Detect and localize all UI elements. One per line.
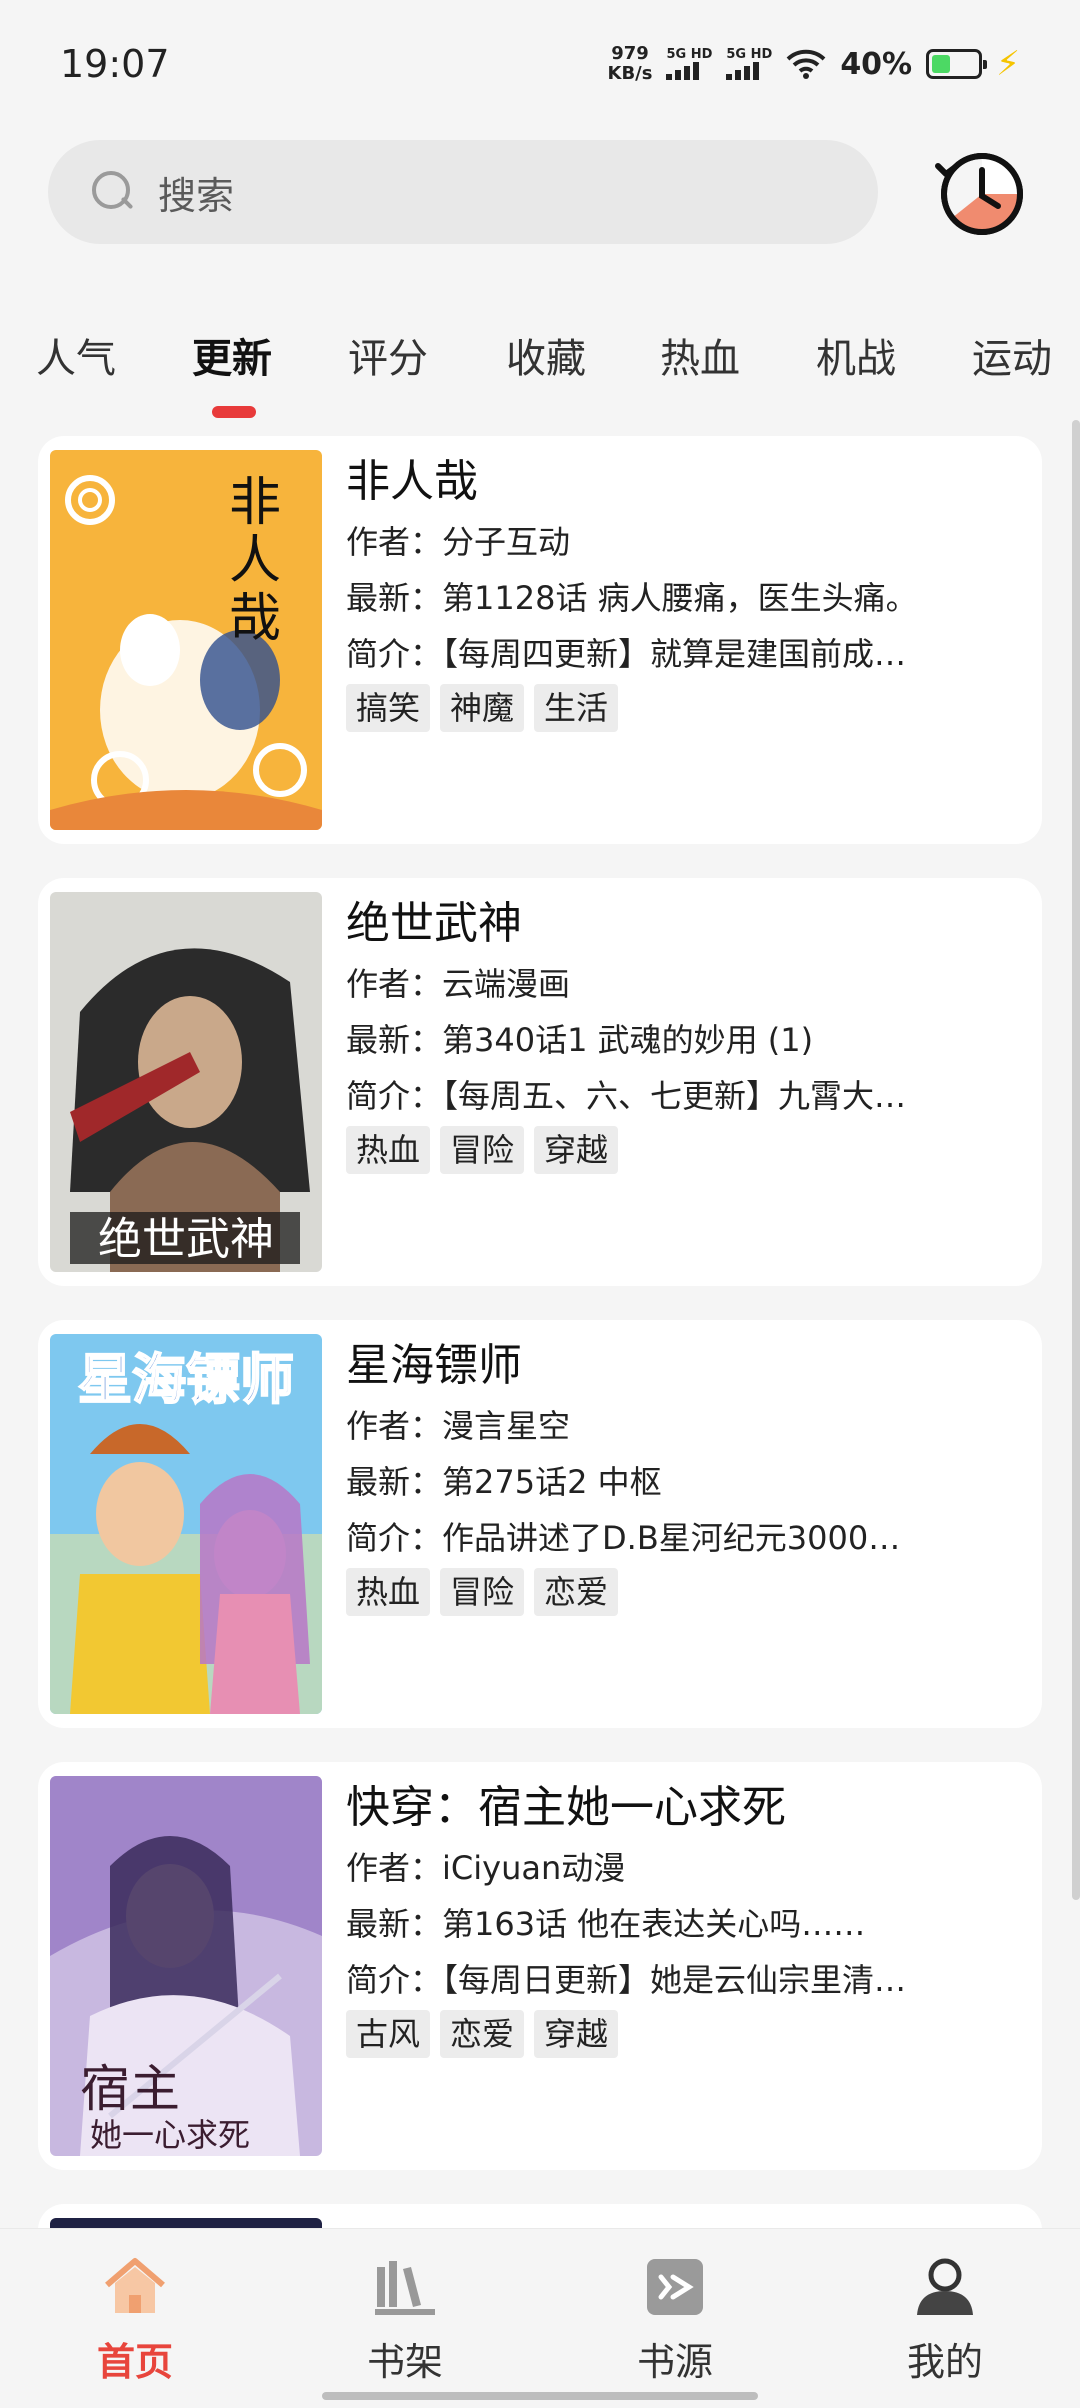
tab-yundong[interactable]: 运动 [972, 326, 1052, 384]
tab-gengxin[interactable]: 更新 [192, 326, 272, 384]
tab-shoucang[interactable]: 收藏 [506, 326, 586, 384]
status-icons: 979 KB/s 5G HD 5G HD 40% ⚡ [608, 44, 1021, 85]
search-icon [90, 169, 136, 215]
comic-cover: 宿主 她一心求死 [50, 1776, 322, 2156]
comic-author: 作者：漫言星空 [346, 1407, 571, 1445]
svg-text:星海镖师: 星海镖师 [78, 1348, 294, 1411]
comic-author: 作者：云端漫画 [346, 965, 571, 1003]
nav-profile-label: 我的 [906, 2340, 983, 2384]
comic-tag: 古风 [346, 2010, 431, 2058]
charging-icon: ⚡ [996, 44, 1020, 84]
comic-title: 非人哉 [346, 456, 478, 507]
comic-latest: 最新：第340话1 武魂的妙用 (1) [346, 1021, 814, 1059]
tab-rexue[interactable]: 热血 [660, 326, 740, 384]
tab-renqi[interactable]: 人气 [36, 326, 116, 384]
comic-tag: 搞笑 [346, 684, 431, 732]
search-input[interactable]: 搜索 [48, 140, 878, 244]
battery-icon [926, 49, 988, 79]
comic-tags: 热血 冒险 穿越 [346, 1126, 1012, 1174]
comic-card[interactable]: 绝世武神 绝世武神 作者：云端漫画 最新：第340话1 武魂的妙用 (1) 简介… [38, 878, 1042, 1286]
comic-intro: 简介：【每周日更新】她是云仙宗里清… [346, 1961, 907, 1999]
nav-home-label: 首页 [96, 2340, 173, 2384]
comic-tag: 生活 [534, 684, 619, 732]
comic-tag: 冒险 [440, 1568, 525, 1616]
bottom-navigation: 首页 书架 书源 我的 [0, 2228, 1080, 2408]
nav-bookshelf[interactable]: 书架 [270, 2229, 540, 2408]
history-button[interactable] [932, 144, 1028, 240]
comic-tag: 神魔 [440, 684, 525, 732]
source-icon [647, 2259, 703, 2315]
tab-pingfen[interactable]: 评分 [348, 326, 428, 384]
wifi-icon [786, 49, 826, 79]
category-tabs: 人气 更新 评分 收藏 热血 机战 运动 [0, 310, 1080, 420]
comic-latest: 最新：第163话 他在表达关心吗…… [346, 1905, 866, 1943]
bookshelf-icon [375, 2261, 435, 2315]
nav-bookshelf-label: 书架 [366, 2340, 443, 2384]
home-indicator[interactable] [322, 2392, 758, 2400]
scrollbar[interactable] [1072, 420, 1080, 2220]
comic-intro: 简介：作品讲述了D.B星河纪元3000… [346, 1519, 901, 1557]
comic-tag: 穿越 [534, 1126, 619, 1174]
nav-profile[interactable]: 我的 [810, 2229, 1080, 2408]
battery-percent: 40% [840, 46, 913, 82]
comic-tag: 热血 [346, 1568, 431, 1616]
sim1-label: 5G HD [666, 47, 713, 62]
signal-sim1-icon: 5G HD [666, 48, 712, 80]
comic-title: 星海镖师 [346, 1340, 522, 1391]
svg-text:她一心求死: 她一心求死 [90, 2116, 250, 2154]
sim2-label: 5G HD [726, 47, 773, 62]
comic-tags: 古风 恋爱 穿越 [346, 2010, 1012, 2058]
comic-tag: 恋爱 [534, 1568, 619, 1616]
app-root: 19:07 979 KB/s 5G HD 5G HD 40% ⚡ 搜索 人气 更… [0, 0, 1080, 2408]
comic-tag: 冒险 [440, 1126, 525, 1174]
search-placeholder: 搜索 [158, 173, 235, 218]
profile-icon [917, 2258, 973, 2315]
history-icon [935, 153, 1023, 235]
comic-tag: 穿越 [534, 2010, 619, 2058]
network-speed: 979 KB/s [608, 44, 653, 84]
comic-intro: 简介：【每周五、六、七更新】九霄大… [346, 1077, 907, 1115]
network-speed-unit: KB/s [607, 63, 653, 84]
nav-home[interactable]: 首页 [0, 2229, 270, 2408]
comic-tag: 热血 [346, 1126, 431, 1174]
svg-text:绝世武神: 绝世武神 [98, 1214, 274, 1265]
comic-tags: 热血 冒险 恋爱 [346, 1568, 1012, 1616]
comic-card[interactable]: 非 人 哉 非人哉 作者：分子互动 最新：第1128话 病人腰痛，医生头痛。 简… [38, 436, 1042, 844]
svg-text:哉: 哉 [229, 589, 281, 649]
status-time: 19:07 [60, 42, 170, 86]
comic-latest: 最新：第275话2 中枢 [346, 1463, 662, 1501]
nav-source-label: 书源 [636, 2340, 713, 2384]
comic-tag: 恋爱 [440, 2010, 525, 2058]
comic-author: 作者：iCiyuan动漫 [346, 1849, 626, 1887]
comic-intro: 简介：【每周四更新】就算是建国前成… [346, 635, 907, 673]
signal-sim2-icon: 5G HD [726, 48, 772, 80]
svg-text:宿主: 宿主 [80, 2060, 180, 2118]
network-speed-value: 979 [611, 43, 649, 64]
nav-source[interactable]: 书源 [540, 2229, 810, 2408]
home-icon [105, 2258, 165, 2313]
svg-text:人: 人 [229, 531, 281, 591]
comic-card[interactable]: 星海镖师 星海镖师 作者：漫言星空 最新：第275话2 中枢 简介：作品讲述了D… [38, 1320, 1042, 1728]
comic-tags: 搞笑 神魔 生活 [346, 684, 1012, 732]
active-tab-indicator [212, 406, 256, 418]
comic-cover: 星海镖师 [50, 1334, 322, 1714]
tab-jizhan[interactable]: 机战 [816, 326, 896, 384]
comic-title: 绝世武神 [346, 898, 522, 949]
cover-title-1: 非 [229, 473, 281, 533]
status-bar: 19:07 979 KB/s 5G HD 5G HD 40% ⚡ [0, 0, 1080, 128]
comic-card[interactable]: 宿主 她一心求死 快穿：宿主她一心求死 作者：iCiyuan动漫 最新：第163… [38, 1762, 1042, 2170]
comic-latest: 最新：第1128话 病人腰痛，医生头痛。 [346, 579, 918, 617]
comic-title: 快穿：宿主她一心求死 [346, 1782, 786, 1833]
comic-cover: 绝世武神 [50, 892, 322, 1272]
comic-author: 作者：分子互动 [346, 523, 571, 561]
comic-cover: 非 人 哉 [50, 450, 322, 830]
